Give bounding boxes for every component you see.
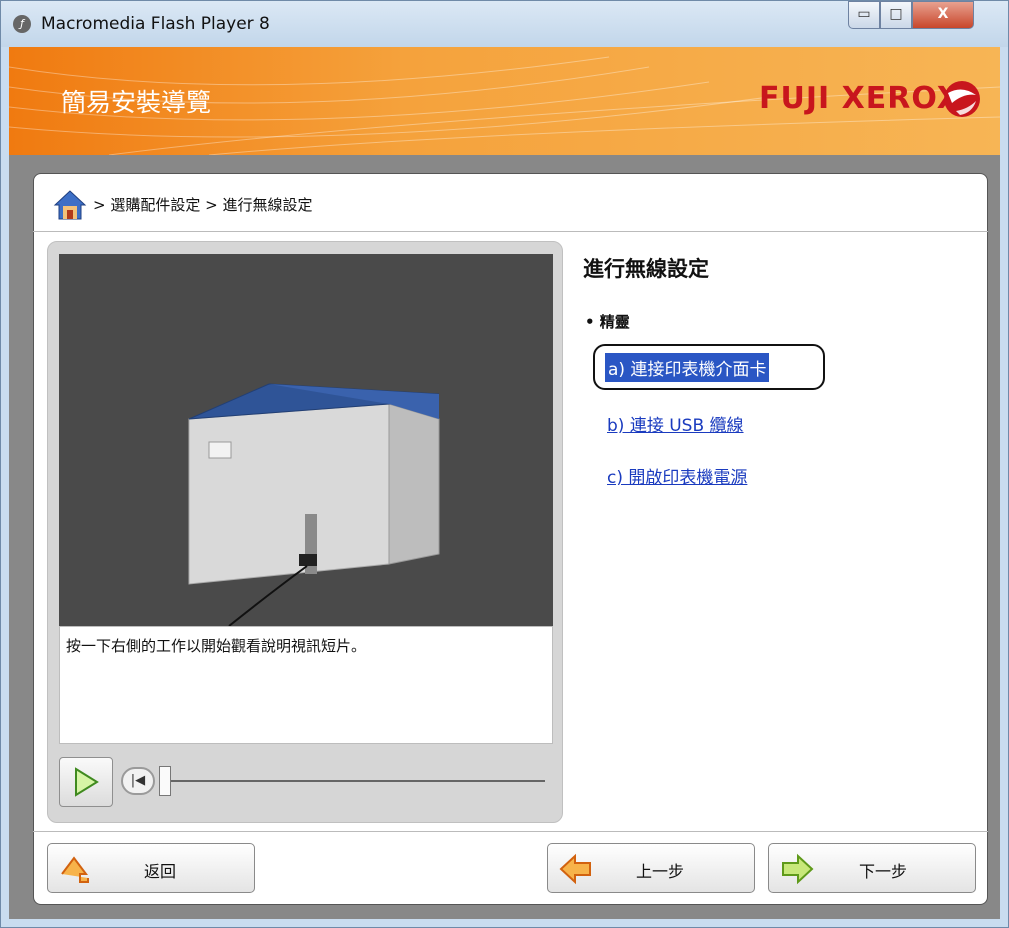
minimize-button[interactable]: ▭ <box>848 1 880 29</box>
close-button[interactable]: X <box>912 1 974 29</box>
header-banner: 簡易安裝導覽 FUJI XEROX <box>9 47 1000 155</box>
maximize-button[interactable]: □ <box>880 1 912 29</box>
seek-bar[interactable] <box>165 780 545 782</box>
seek-thumb[interactable] <box>159 766 171 796</box>
home-icon[interactable] <box>53 189 87 221</box>
flash-player-icon: ƒ <box>13 15 31 33</box>
play-icon <box>75 767 99 797</box>
return-arrow-icon <box>61 856 89 883</box>
next-button[interactable]: 下一步 <box>768 843 976 893</box>
video-caption: 按一下右側的工作以開始觀看說明視訊短片。 <box>66 637 367 655</box>
previous-button[interactable]: 上一步 <box>547 843 755 893</box>
window-title: Macromedia Flash Player 8 <box>41 14 270 34</box>
caption-box: 按一下右側的工作以開始觀看說明視訊短片。 <box>59 626 553 744</box>
right-arrow-icon <box>782 853 814 885</box>
banner-title: 簡易安裝導覽 <box>61 88 212 117</box>
link-connect-interface-card[interactable]: a) 連接印表機介面卡 <box>605 353 770 382</box>
footer-divider <box>33 831 988 832</box>
previous-label: 上一步 <box>636 862 685 881</box>
fuji-xerox-logo-icon <box>944 81 980 117</box>
play-button[interactable] <box>59 757 113 807</box>
back-button[interactable]: 返回 <box>47 843 255 893</box>
link-connect-usb-cable[interactable]: b) 連接 USB 纜線 <box>607 411 744 436</box>
left-arrow-icon <box>559 853 591 885</box>
video-screen[interactable] <box>59 254 553 627</box>
title-bar[interactable]: ƒ Macromedia Flash Player 8 ▭ □ X <box>1 1 1008 47</box>
section-title: 進行無線設定 <box>583 257 709 281</box>
app-window: ƒ Macromedia Flash Player 8 ▭ □ X 簡易安裝導覽… <box>0 0 1009 928</box>
rewind-icon: |◀ <box>130 773 146 788</box>
rewind-button[interactable]: |◀ <box>121 767 155 795</box>
wizard-bullet: • 精靈 <box>585 313 630 331</box>
link-power-on-printer[interactable]: c) 開啟印表機電源 <box>607 463 747 488</box>
brand-name: FUJI XEROX <box>759 81 961 116</box>
next-label: 下一步 <box>859 862 908 881</box>
breadcrumb: > 選購配件設定 > 進行無線設定 <box>93 196 313 214</box>
printer-illustration <box>188 383 440 627</box>
header-divider <box>33 231 988 232</box>
back-label: 返回 <box>144 862 177 881</box>
